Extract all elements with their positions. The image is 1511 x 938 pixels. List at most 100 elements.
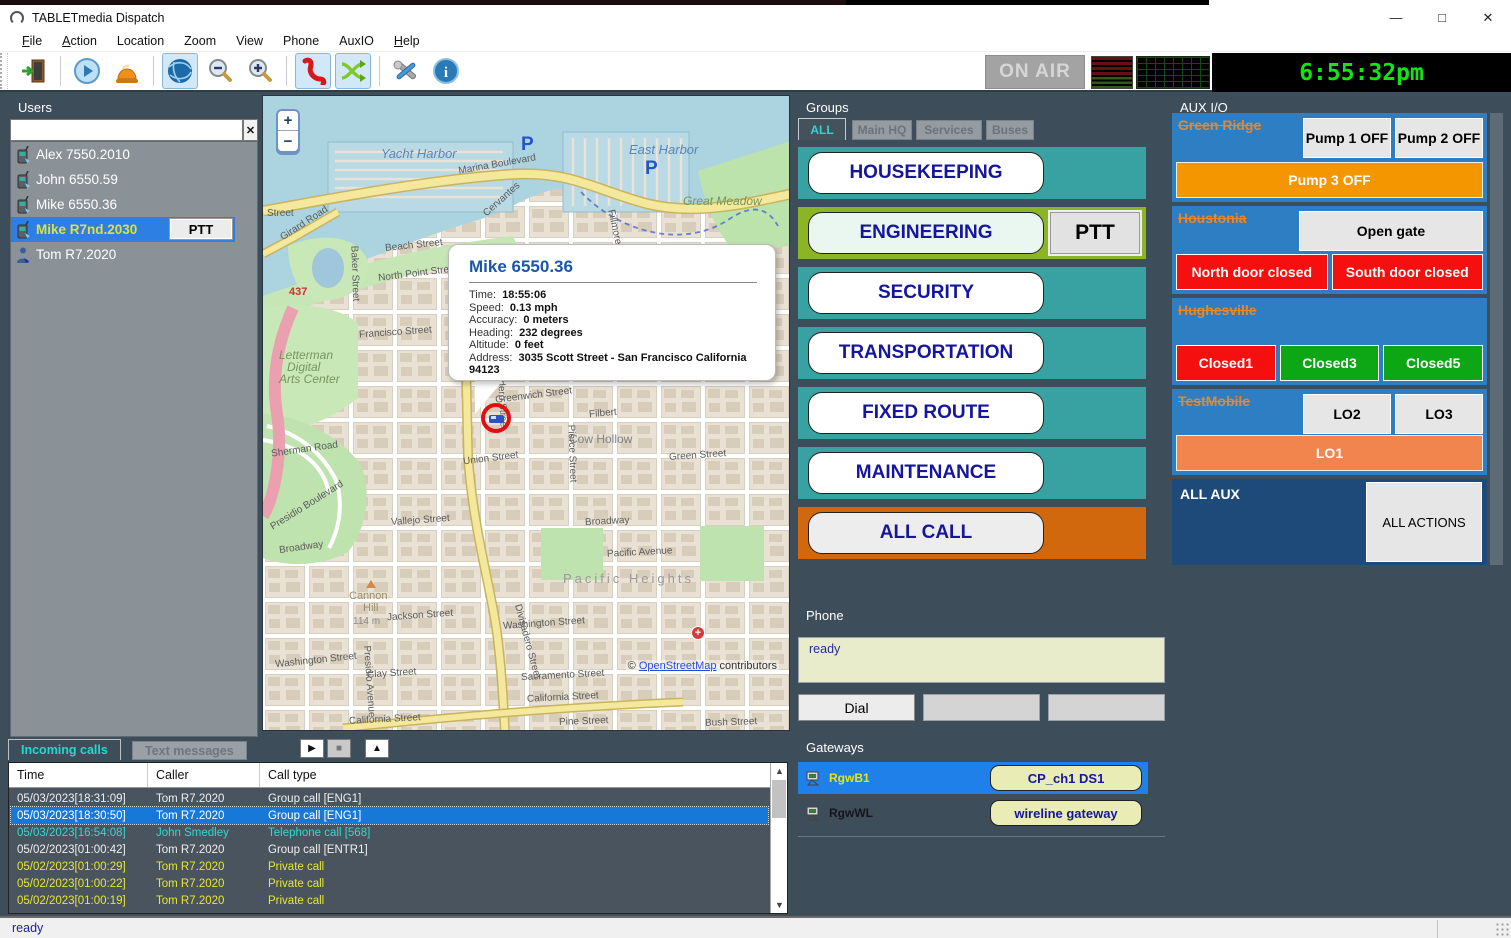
groups-panel-title: Groups: [806, 100, 849, 115]
calls-scrollbar[interactable]: ▲ ▼: [770, 763, 787, 913]
tab-text-messages[interactable]: Text messages: [132, 741, 247, 760]
aux-scrollbar[interactable]: [1490, 113, 1503, 565]
aux-button[interactable]: LO2: [1303, 394, 1391, 434]
zoom-in-icon[interactable]: [242, 53, 278, 89]
dial-button[interactable]: Dial: [798, 694, 915, 721]
user-row[interactable]: Mike 6550.36: [11, 192, 257, 217]
start-icon[interactable]: [69, 53, 105, 89]
aux-button[interactable]: Pump 2 OFF: [1395, 118, 1483, 158]
call-cell: John Smedley: [150, 827, 262, 839]
map-zoom-in-button[interactable]: +: [278, 111, 298, 131]
tab-incoming-calls[interactable]: Incoming calls: [8, 739, 121, 760]
call-row[interactable]: 05/02/2023[01:00:19]Tom R7.2020Private c…: [11, 892, 768, 909]
vehicle-marker[interactable]: [481, 403, 511, 433]
resize-grip[interactable]: [1495, 922, 1509, 936]
stop-recording-button[interactable]: ■: [327, 739, 351, 758]
column-header-caller[interactable]: Caller: [148, 763, 260, 787]
menu-phone[interactable]: Phone: [273, 31, 329, 51]
clear-search-button[interactable]: ✕: [243, 119, 258, 141]
user-ptt-button[interactable]: PTT: [170, 219, 232, 239]
exit-icon[interactable]: [16, 53, 52, 89]
menu-action[interactable]: Action: [52, 31, 107, 51]
call-cell: Private call: [262, 878, 324, 890]
aux-button[interactable]: LO3: [1395, 394, 1483, 434]
aux-button[interactable]: Pump 3 OFF: [1176, 162, 1483, 198]
call-cell: 05/02/2023[01:00:19]: [11, 895, 150, 907]
patch-arrows-icon[interactable]: [335, 53, 371, 89]
gateway-channel-button[interactable]: CP_ch1 DS1: [990, 765, 1142, 791]
map-canvas[interactable]: + − Yacht HarborEast HarborPPMarina Boul…: [262, 95, 790, 731]
call-row[interactable]: 05/03/2023[18:31:09]Tom R7.2020Group cal…: [11, 790, 768, 807]
user-row[interactable]: Alex 7550.2010: [11, 142, 257, 167]
gateway-channel-button[interactable]: wireline gateway: [990, 800, 1142, 826]
group-ptt-button[interactable]: PTT: [1050, 212, 1140, 254]
group-call-button[interactable]: TRANSPORTATION: [808, 332, 1044, 374]
status-bar: ready: [0, 916, 1511, 938]
menu-help[interactable]: Help: [384, 31, 430, 51]
tab-services[interactable]: Services: [916, 120, 982, 140]
call-row[interactable]: 05/02/2023[01:00:22]Tom R7.2020Private c…: [11, 875, 768, 892]
tab-all[interactable]: ALL: [798, 118, 846, 140]
aux-button[interactable]: North door closed: [1176, 254, 1328, 290]
group-call-button[interactable]: ENGINEERING: [808, 212, 1044, 254]
scroll-up-button[interactable]: ▲: [365, 739, 389, 758]
zoom-out-icon[interactable]: [202, 53, 238, 89]
call-row[interactable]: 05/03/2023[18:30:50]Tom R7.2020Group cal…: [11, 807, 768, 824]
tools-icon[interactable]: [388, 53, 424, 89]
group-call-button[interactable]: SECURITY: [808, 272, 1044, 314]
scrollbar-up-arrow[interactable]: ▲: [771, 763, 788, 779]
menu-auxio[interactable]: AuxIO: [329, 31, 384, 51]
user-search-input[interactable]: [10, 119, 243, 141]
scrollbar-down-arrow[interactable]: ▼: [771, 897, 788, 913]
phone-blank-button-1[interactable]: [923, 694, 1040, 721]
maximize-button[interactable]: □: [1419, 5, 1465, 30]
call-row[interactable]: 05/02/2023[01:00:42]Tom R7.2020Group cal…: [11, 841, 768, 858]
status-text: ready: [12, 921, 43, 935]
group-call-button[interactable]: ALL CALL: [808, 512, 1044, 554]
play-recording-button[interactable]: ▶: [300, 739, 324, 758]
tab-main-hq[interactable]: Main HQ: [852, 120, 912, 140]
menu-view[interactable]: View: [226, 31, 273, 51]
call-row[interactable]: 05/03/2023[16:54:08]John SmedleyTelephon…: [11, 824, 768, 841]
aux-button[interactable]: Pump 1 OFF: [1303, 118, 1391, 158]
menu-zoom[interactable]: Zoom: [174, 31, 226, 51]
user-row[interactable]: Tom R7.2020: [11, 242, 257, 267]
gateway-row[interactable]: RgwB1CP_ch1 DS1: [798, 762, 1148, 794]
alarm-siren-icon[interactable]: [109, 53, 145, 89]
aux-button[interactable]: Open gate: [1299, 211, 1483, 251]
map-zoom-control: + −: [276, 109, 300, 155]
info-icon[interactable]: i: [428, 53, 464, 89]
phone-icon[interactable]: [295, 53, 331, 89]
scrollbar-thumb[interactable]: [772, 780, 786, 818]
aux-button[interactable]: LO1: [1176, 435, 1483, 471]
menu-location[interactable]: Location: [107, 31, 174, 51]
gateway-icon: [805, 805, 821, 821]
column-header-call-type[interactable]: Call type: [260, 763, 770, 787]
group-call-button[interactable]: MAINTENANCE: [808, 452, 1044, 494]
title-bar: TABLETmedia Dispatch — □ ✕: [0, 5, 1511, 30]
user-row[interactable]: John 6550.59: [11, 167, 257, 192]
menu-file[interactable]: File: [12, 31, 52, 51]
minimize-button[interactable]: —: [1373, 5, 1419, 30]
aux-button[interactable]: Closed5: [1383, 345, 1483, 381]
phone-blank-button-2[interactable]: [1048, 694, 1165, 721]
group-call-button[interactable]: FIXED ROUTE: [808, 392, 1044, 434]
tab-buses[interactable]: Buses: [986, 120, 1034, 140]
gateway-row[interactable]: RgwWL wireline gateway: [798, 797, 1148, 829]
user-row[interactable]: Mike R7nd.2030PTT: [11, 217, 235, 242]
openstreetmap-link[interactable]: OpenStreetMap: [639, 660, 717, 672]
toolbar-grip[interactable]: [0, 53, 8, 89]
aux-button[interactable]: Closed1: [1176, 345, 1276, 381]
all-actions-button[interactable]: ALL ACTIONS: [1366, 482, 1482, 562]
gateway-name: RgwWL: [829, 806, 873, 820]
column-header-time[interactable]: Time: [9, 763, 148, 787]
aux-button[interactable]: South door closed: [1332, 254, 1484, 290]
group-call-button[interactable]: HOUSEKEEPING: [808, 152, 1044, 194]
map-zoom-out-button[interactable]: −: [278, 131, 298, 151]
close-button[interactable]: ✕: [1465, 5, 1511, 30]
aux-button[interactable]: Closed3: [1280, 345, 1380, 381]
call-row[interactable]: 05/02/2023[01:00:29]Tom R7.2020Private c…: [11, 858, 768, 875]
gps-globe-icon[interactable]: [162, 53, 198, 89]
incoming-calls-table: TimeCallerCall type 05/03/2023[18:31:09]…: [8, 762, 788, 914]
call-cell: 05/02/2023[01:00:22]: [11, 878, 150, 890]
